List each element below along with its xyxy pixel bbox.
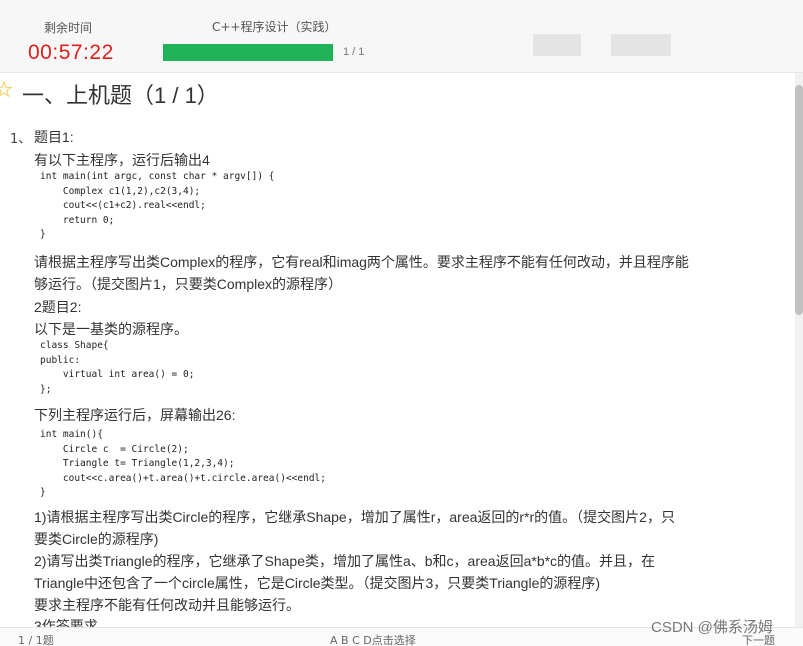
code-line: return 0; (40, 214, 115, 226)
redacted-block (611, 34, 671, 56)
code-line: } (40, 487, 46, 498)
code-line: } (40, 229, 46, 240)
code-line: virtual int area() = 0; (40, 369, 195, 380)
countdown-timer: 00:57:22 (28, 41, 114, 64)
exam-header: 剩余时间 00:57:22 C++程序设计（实践） 1 / 1 (0, 0, 803, 73)
requirement-text: 1)请根据主程序写出类Circle的程序，它继承Shape，增加了属性r，are… (34, 509, 675, 525)
scrollbar-thumb[interactable] (795, 85, 803, 315)
code-line: int main(){ (40, 429, 103, 440)
course-title: C++程序设计（实践） (212, 20, 337, 34)
requirement-text: 请根据主程序写出类Complex的程序，它有real和imag两个属性。要求主程… (34, 254, 689, 270)
code-line: int main(int argc, const char * argv[]) … (40, 171, 275, 182)
question-counter: 1 / 1题 (18, 634, 54, 646)
code-block-main: int main(int argc, const char * argv[]) … (40, 170, 275, 243)
code-line: Complex c1(1,2),c2(3,4); (40, 185, 201, 197)
progress-bar (163, 44, 333, 61)
question-text: 有以下主程序，运行后输出4 (34, 152, 210, 168)
question-title: 题目1: (34, 129, 74, 145)
progress-text: 1 / 1 (343, 46, 365, 58)
code-line: public: (40, 354, 81, 366)
question-text: 下列主程序运行后，屏幕输出26: (34, 407, 236, 423)
code-block-shape: class Shape{ public: virtual int area() … (40, 339, 194, 397)
question-text: 以下是一基类的源程序。 (34, 321, 188, 337)
vertical-scrollbar[interactable] (795, 73, 803, 627)
remaining-time-label: 剩余时间 (44, 21, 93, 35)
question-title-2: 2题目2: (34, 299, 82, 315)
requirement-text: 够运行。（提交图片1，只要类Complex的源程序） (34, 276, 343, 292)
progress-bar-fill (163, 44, 333, 61)
code-line: }; (40, 383, 52, 395)
answer-options[interactable]: A B C D点击选择 (330, 632, 416, 646)
code-block-main-2: int main(){ Circle c = Circle(2); Triang… (40, 428, 326, 501)
code-line: Triangle t= Triangle(1,2,3,4); (40, 458, 235, 469)
code-line: cout<<c.area()+t.area()+t.circle.area()<… (40, 472, 326, 484)
requirement-text: 要求主程序不能有任何改动并且能够运行。 (34, 597, 300, 613)
code-line: Circle c = Circle(2); (40, 443, 189, 455)
question-number: 1、 (10, 132, 32, 147)
requirement-text: Triangle中还包含了一个circle属性，它是Circle类型。（提交图片… (34, 575, 601, 591)
redacted-block (533, 34, 581, 56)
requirement-text: 要类Circle的源程序) (34, 531, 159, 547)
star-icon[interactable]: ☆ (0, 78, 14, 103)
watermark: CSDN @佛系汤姆 (651, 619, 773, 636)
code-line: cout<<(c1+c2).real<<endl; (40, 200, 206, 211)
section-title: 一、上机题（1 / 1） (22, 83, 219, 108)
requirement-text: 2)请写出类Triangle的程序，它继承了Shape类，增加了属性a、b和c，… (34, 553, 656, 569)
code-line: class Shape{ (40, 340, 109, 351)
